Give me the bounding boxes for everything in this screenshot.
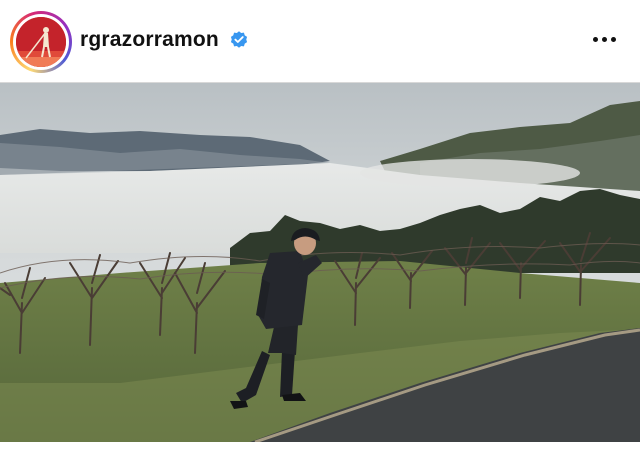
- post-photo[interactable]: [0, 83, 640, 442]
- username[interactable]: rgrazorramon: [80, 28, 219, 52]
- verified-badge-icon: [230, 31, 248, 48]
- post-header: rgrazorramon: [0, 0, 640, 82]
- more-options-icon[interactable]: [592, 32, 618, 48]
- avatar-image: [16, 17, 66, 67]
- avatar[interactable]: [10, 11, 72, 73]
- post-footer-space: [0, 442, 640, 451]
